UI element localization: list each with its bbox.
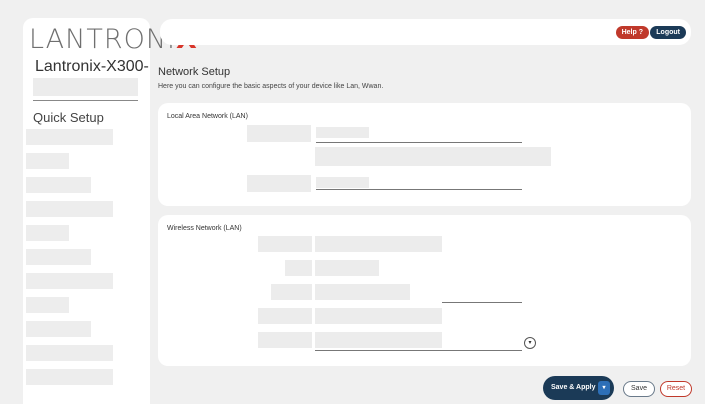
wlan-field-label [258,332,312,348]
logo-text: LANTRONI [29,24,176,55]
sidebar-nav-item[interactable] [26,201,113,217]
wlan-field-label [285,260,312,276]
wlan-section: Wireless Network (LAN) ▾ [158,215,691,366]
help-button[interactable]: Help ? [615,26,649,39]
wlan-field-input[interactable] [315,236,442,252]
sidebar-nav-item[interactable] [26,297,69,313]
sidebar: LANTRONIX Lantronix-X300- Quick Setup [23,18,197,404]
page-title: Network Setup [158,66,231,78]
sidebar-nav-item[interactable] [26,153,69,169]
lan-field-label [247,125,311,142]
device-info-placeholder [33,78,138,96]
wlan-field-label [258,236,312,252]
save-apply-button[interactable]: Save & Apply ▾ [543,376,614,400]
chevron-down-icon[interactable]: ▾ [598,381,610,395]
sidebar-nav-item[interactable] [26,249,91,265]
save-button[interactable]: Save [623,381,655,397]
top-bar: Help ? Logout [160,19,691,45]
sidebar-nav-item[interactable] [26,225,69,241]
lan-section: Local Area Network (LAN) [158,103,691,206]
wlan-field-underline [442,302,522,303]
lan-field-label [247,175,311,192]
page-subtitle: Here you can configure the basic aspects… [158,83,384,90]
lan-field-underline [316,142,522,143]
sidebar-nav-item[interactable] [26,177,91,193]
wlan-field-input[interactable] [315,308,442,324]
lan-section-title: Local Area Network (LAN) [167,113,248,120]
lan-field-value[interactable] [316,127,369,138]
lan-field-value[interactable] [316,177,369,188]
sidebar-nav-item[interactable] [26,129,113,145]
sidebar-nav-item[interactable] [26,345,113,361]
reset-button[interactable]: Reset [660,381,692,397]
device-name: Lantronix-X300- [35,58,149,75]
wlan-field-underline [315,350,522,351]
lan-field-underline [316,189,522,190]
save-apply-label: Save & Apply [551,384,596,391]
wlan-field-label [271,284,312,300]
wlan-field-input[interactable] [315,332,442,348]
wlan-section-title: Wireless Network (LAN) [167,225,242,232]
sidebar-nav-item[interactable] [26,369,113,385]
wlan-field-label [258,308,312,324]
divider [33,100,138,101]
wlan-field-input[interactable] [315,260,379,276]
wlan-field-input[interactable] [315,284,410,300]
quick-setup-heading: Quick Setup [33,110,104,125]
sidebar-nav-item[interactable] [26,273,113,289]
dropdown-toggle-icon[interactable]: ▾ [524,337,536,349]
logout-button[interactable]: Logout [650,26,686,39]
sidebar-nav-item[interactable] [26,321,91,337]
lan-field-info [315,147,551,166]
